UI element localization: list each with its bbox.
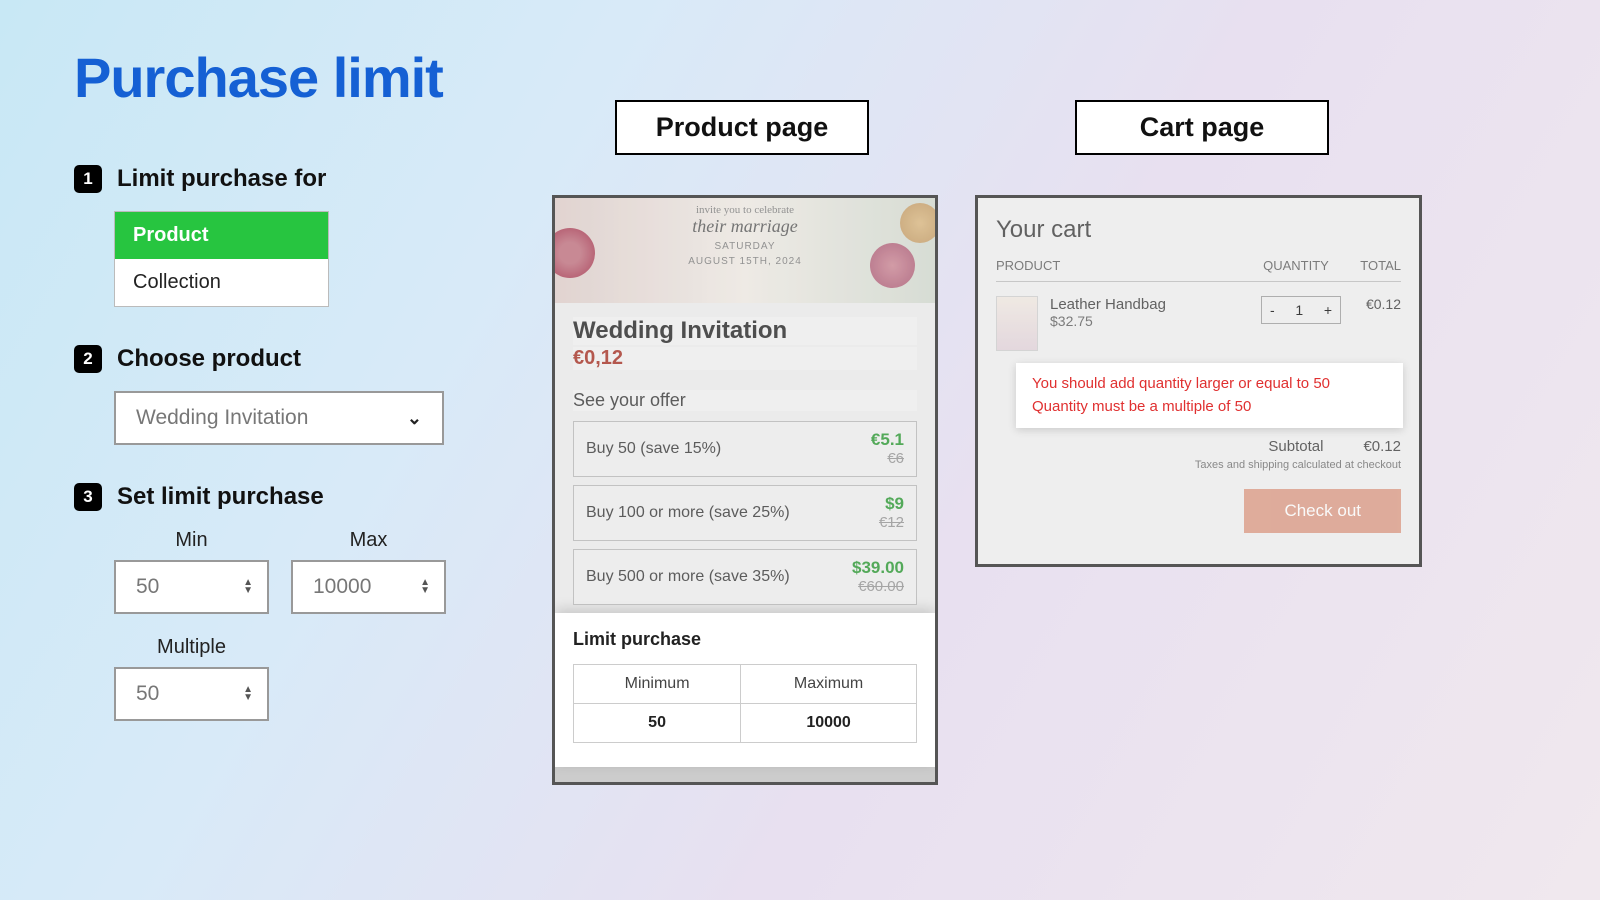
offer-new-price: $9 xyxy=(885,494,904,513)
limit-for-selector: Product Collection xyxy=(114,211,329,307)
min-input[interactable]: 50 ▲▼ xyxy=(114,560,269,614)
offer-label: Buy 50 (save 15%) xyxy=(586,440,721,458)
offer-label: Buy 500 or more (save 35%) xyxy=(586,568,790,586)
error-line-1: You should add quantity larger or equal … xyxy=(1032,373,1387,396)
error-line-2: Quantity must be a multiple of 50 xyxy=(1032,396,1387,419)
max-label: Max xyxy=(350,529,388,552)
offer-old-price: €12 xyxy=(879,514,904,531)
cart-item-thumb xyxy=(996,296,1038,351)
min-label: Min xyxy=(175,529,207,552)
cart-head-total: TOTAL xyxy=(1341,258,1401,273)
step-1: 1 Limit purchase for Product Collection xyxy=(74,165,504,307)
stepper-icon[interactable]: ▲▼ xyxy=(243,686,253,702)
product-page-preview: invite you to celebrate their marriage S… xyxy=(552,195,938,785)
step-2: 2 Choose product Wedding Invitation ⌄ xyxy=(74,345,504,445)
max-value: 10000 xyxy=(313,575,371,599)
quantity-stepper[interactable]: - 1 + xyxy=(1261,296,1341,324)
product-image: invite you to celebrate their marriage S… xyxy=(555,198,935,303)
step-2-number: 2 xyxy=(74,345,102,373)
limit-val-min: 50 xyxy=(574,704,741,743)
cart-item-name: Leather Handbag xyxy=(1050,296,1261,313)
error-message-box: You should add quantity larger or equal … xyxy=(1016,363,1403,428)
page-title: Purchase limit xyxy=(74,45,443,110)
max-input[interactable]: 10000 ▲▼ xyxy=(291,560,446,614)
product-dropdown[interactable]: Wedding Invitation ⌄ xyxy=(114,391,444,445)
cart-head-qty: QUANTITY xyxy=(1251,258,1341,273)
offer-new-price: €5.1 xyxy=(871,430,904,449)
qty-value: 1 xyxy=(1295,302,1303,318)
offer-old-price: €6 xyxy=(887,450,904,467)
step-2-label: Choose product xyxy=(117,345,301,373)
config-panel: 1 Limit purchase for Product Collection … xyxy=(74,165,504,759)
offer-old-price: €60.00 xyxy=(858,578,904,595)
product-page-tag: Product page xyxy=(615,100,869,155)
multiple-value: 50 xyxy=(136,682,159,706)
step-1-label: Limit purchase for xyxy=(117,165,326,193)
invite-line-1: invite you to celebrate xyxy=(555,204,935,216)
subtotal-label: Subtotal xyxy=(1268,438,1323,455)
cart-title: Your cart xyxy=(996,216,1401,244)
step-3-label: Set limit purchase xyxy=(117,483,324,511)
limit-card-title: Limit purchase xyxy=(573,629,917,650)
qty-plus-icon[interactable]: + xyxy=(1324,302,1332,318)
cart-page-preview: Your cart PRODUCT QUANTITY TOTAL Leather… xyxy=(975,195,1422,567)
step-3: 3 Set limit purchase Min 50 ▲▼ Max 10000… xyxy=(74,483,504,721)
checkout-button[interactable]: Check out xyxy=(1244,489,1401,533)
cart-item-price: $32.75 xyxy=(1050,313,1261,329)
offer-row[interactable]: Buy 50 (save 15%) €5.1€6 xyxy=(573,421,917,477)
option-product[interactable]: Product xyxy=(115,212,328,259)
offer-label: Buy 100 or more (save 25%) xyxy=(586,504,790,522)
step-1-number: 1 xyxy=(74,165,102,193)
cart-head-product: PRODUCT xyxy=(996,258,1251,273)
offer-row[interactable]: Buy 100 or more (save 25%) $9€12 xyxy=(573,485,917,541)
step-3-number: 3 xyxy=(74,483,102,511)
multiple-input[interactable]: 50 ▲▼ xyxy=(114,667,269,721)
qty-minus-icon[interactable]: - xyxy=(1270,302,1275,318)
product-price: €0,12 xyxy=(573,347,917,370)
subtotal-value: €0.12 xyxy=(1363,438,1401,455)
offer-row[interactable]: Buy 500 or more (save 35%) $39.00€60.00 xyxy=(573,549,917,605)
limit-col-max: Maximum xyxy=(741,665,917,704)
stepper-icon[interactable]: ▲▼ xyxy=(420,579,430,595)
limit-col-min: Minimum xyxy=(574,665,741,704)
offer-new-price: $39.00 xyxy=(852,558,904,577)
product-dropdown-value: Wedding Invitation xyxy=(136,406,308,430)
offer-heading: See your offer xyxy=(573,390,917,411)
product-title: Wedding Invitation xyxy=(573,317,917,345)
limit-val-max: 10000 xyxy=(741,704,917,743)
limit-purchase-card: Limit purchase Minimum Maximum 50 10000 xyxy=(555,613,935,767)
cart-line-total: €0.12 xyxy=(1341,296,1401,312)
invite-line-2: their marriage xyxy=(555,216,935,237)
min-value: 50 xyxy=(136,575,159,599)
chevron-down-icon: ⌄ xyxy=(407,408,422,429)
stepper-icon[interactable]: ▲▼ xyxy=(243,579,253,595)
limit-table: Minimum Maximum 50 10000 xyxy=(573,664,917,743)
tax-note: Taxes and shipping calculated at checkou… xyxy=(996,459,1401,471)
multiple-label: Multiple xyxy=(157,636,226,659)
option-collection[interactable]: Collection xyxy=(115,259,328,306)
cart-page-tag: Cart page xyxy=(1075,100,1329,155)
